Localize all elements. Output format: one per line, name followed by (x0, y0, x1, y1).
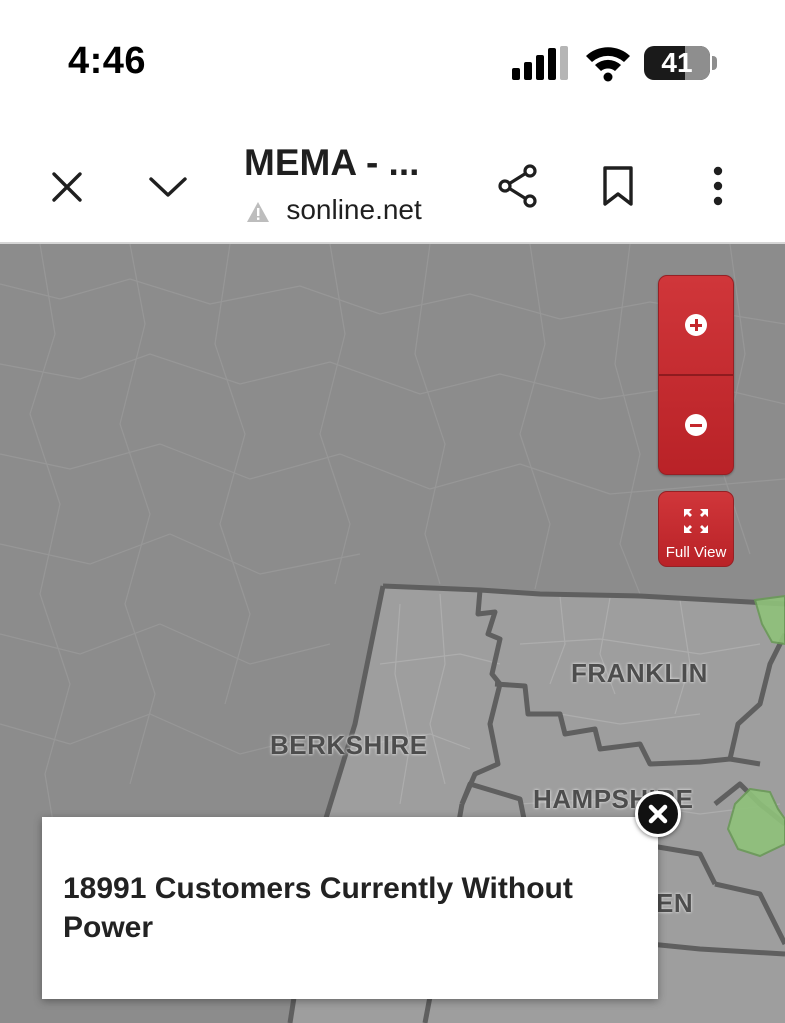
outage-popup: 18991 Customers Currently Without Power (42, 817, 658, 999)
close-icon (648, 804, 668, 824)
zoom-out-button[interactable] (659, 376, 733, 474)
zoom-out-icon (685, 414, 707, 436)
battery-percent: 41 (661, 47, 693, 78)
wifi-icon (586, 47, 630, 82)
close-icon (52, 172, 82, 202)
page-url[interactable]: sonline.net (246, 194, 422, 226)
county-label: BERKSHIRE (270, 730, 428, 760)
status-time: 4:46 (68, 40, 147, 82)
close-button[interactable] (44, 164, 90, 210)
county-label: FRANKLIN (571, 658, 708, 688)
chevron-down-icon (149, 177, 187, 197)
zoom-in-button[interactable] (659, 276, 733, 376)
bookmark-icon (603, 166, 633, 206)
bookmark-button[interactable] (596, 160, 640, 212)
cellular-signal-icon (512, 46, 568, 80)
battery-icon: 41 (644, 46, 710, 80)
full-view-label: Full View (665, 544, 727, 561)
more-vert-icon (713, 166, 723, 206)
county-label: EN (656, 888, 694, 918)
popup-message: 18991 Customers Currently Without Power (63, 872, 573, 944)
expand-icon (684, 509, 708, 533)
zoom-control (658, 275, 734, 475)
more-options-button[interactable] (698, 160, 738, 212)
collapse-button[interactable] (142, 164, 194, 210)
full-view-button[interactable]: Full View (658, 491, 734, 567)
page-title: MEMA - ... (244, 142, 420, 183)
share-button[interactable] (494, 160, 542, 212)
zoom-in-icon (685, 314, 707, 336)
url-text: sonline.net (286, 194, 422, 225)
battery-tip (712, 56, 717, 70)
popup-close-button[interactable] (635, 791, 681, 837)
browser-toolbar: MEMA - ... sonline.net (0, 120, 785, 244)
status-bar: 4:46 41 (0, 0, 785, 120)
warning-icon (247, 201, 269, 222)
share-icon (498, 164, 537, 208)
